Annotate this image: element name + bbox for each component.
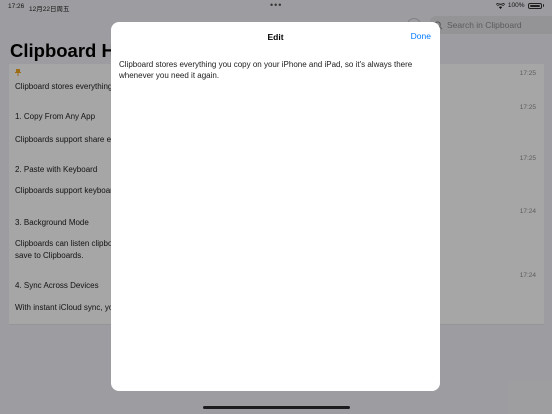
edit-text-area[interactable]: Clipboard stores everything you copy on … [119, 59, 419, 81]
home-indicator[interactable] [203, 406, 350, 409]
done-button[interactable]: Done [411, 31, 431, 41]
edit-sheet: Edit Done Clipboard stores everything yo… [111, 22, 440, 391]
sheet-title: Edit [267, 32, 284, 42]
sheet-header: Edit Done [111, 22, 440, 50]
